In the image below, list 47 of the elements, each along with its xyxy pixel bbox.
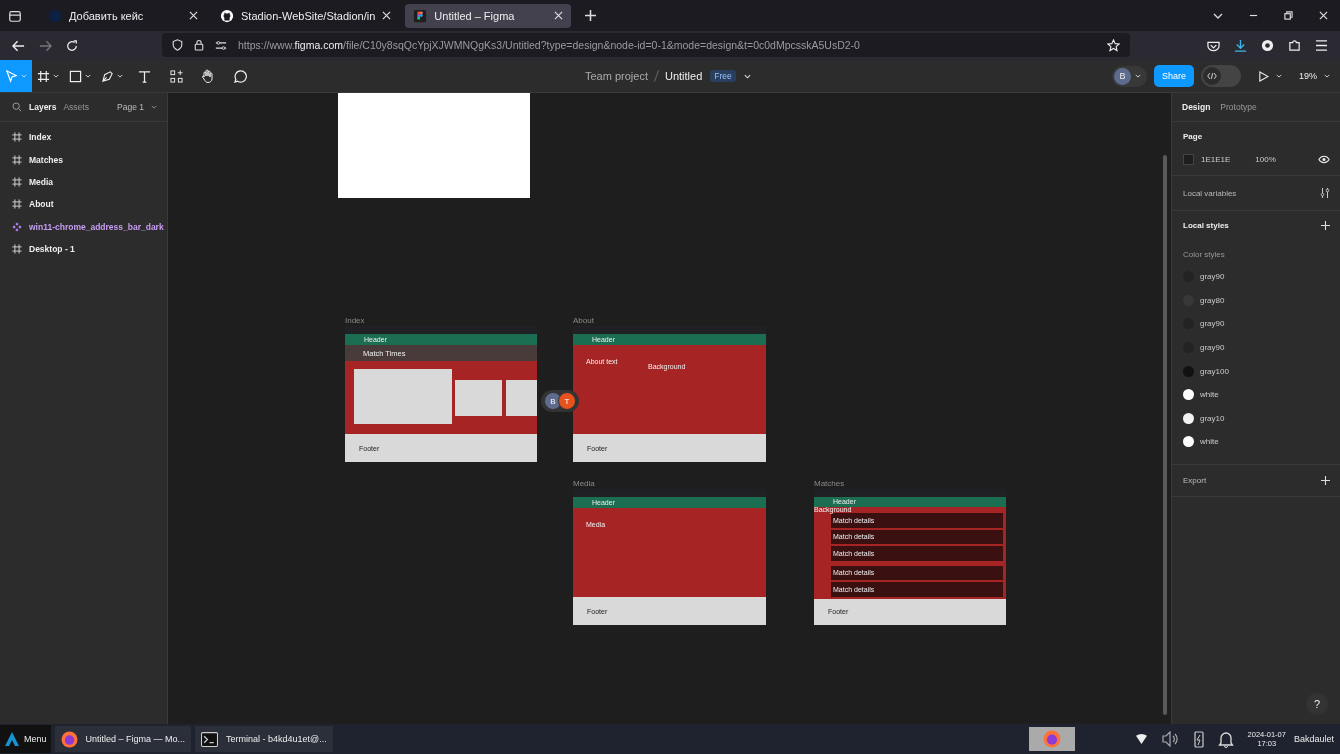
plan-badge: Free <box>710 70 736 82</box>
layer-item[interactable]: Index <box>29 132 52 143</box>
opacity-value[interactable]: 100% <box>1255 155 1276 164</box>
panel-tab[interactable]: Assets <box>63 102 89 112</box>
taskbar-app[interactable]: Untitled – Figma — Mo... <box>54 726 192 752</box>
browser-tab[interactable]: Добавить кейс <box>40 3 206 28</box>
user-avatar: B <box>1113 67 1131 85</box>
color-style-item[interactable]: gray90 <box>1200 272 1225 282</box>
section-title: Local styles <box>1183 221 1229 230</box>
layer-item[interactable]: Desktop - 1 <box>29 244 75 255</box>
panel-tab[interactable]: Design <box>1182 102 1211 112</box>
color-style-item[interactable]: white <box>1200 390 1219 400</box>
color-style-item[interactable]: gray90 <box>1200 343 1225 353</box>
project-name[interactable]: Team project <box>585 70 648 82</box>
collaborator-avatar[interactable]: B <box>544 392 562 410</box>
frame-label[interactable]: Matches <box>814 479 845 488</box>
frame-label[interactable]: Index <box>345 316 365 325</box>
url-text: https://www.figma.com/file/C10y8sqQcYpjXJWMNQgKs3/Untitled?type=design&node-id=0-1&mode=design&t=0c0dMpcsskA5UsD2-0 <box>238 39 860 51</box>
section-title[interactable]: Local variables <box>1183 188 1237 198</box>
color-style-item[interactable]: gray10 <box>1200 413 1225 423</box>
start-menu-button[interactable]: Menu <box>0 725 51 753</box>
section-title: Page <box>1183 132 1204 141</box>
user-menu[interactable]: B <box>1111 65 1147 87</box>
panel-tab[interactable]: Prototype <box>1220 102 1257 112</box>
panel-tab[interactable]: Layers <box>29 102 57 112</box>
layer-item[interactable]: Media <box>29 176 54 187</box>
browser-tab[interactable]: Untitled – Figma <box>405 3 572 28</box>
layer-item[interactable]: About <box>29 199 54 210</box>
layer-item[interactable]: win11-chrome_address_bar_dark <box>29 221 164 232</box>
color-style-item[interactable]: gray90 <box>1200 319 1225 329</box>
page-selector[interactable]: Page 1 <box>117 102 144 112</box>
color-style-item[interactable]: gray80 <box>1200 295 1225 305</box>
subsection-title: Color styles <box>1183 250 1226 259</box>
zoom-level[interactable]: 19% <box>1299 71 1317 81</box>
address-bar[interactable]: https://www.figma.com/file/C10y8sqQcYpjXJWMNQgKs3/Untitled?type=design&node-id=0-1&mode=design&t=0c0dMpcsskA5UsD2-0 <box>162 33 1130 57</box>
layer-item[interactable]: Matches <box>29 154 63 165</box>
collaborator-avatar[interactable]: T <box>558 392 576 410</box>
frame-label[interactable]: About <box>573 316 594 325</box>
browser-tab[interactable]: Stadion-WebSite/Stadion/in <box>212 3 400 28</box>
color-value[interactable]: 1E1E1E <box>1201 155 1231 164</box>
color-style-item[interactable]: gray100 <box>1200 366 1229 376</box>
color-style-item[interactable]: white <box>1200 437 1219 447</box>
frame-label[interactable]: Media <box>573 479 595 488</box>
section-title: Export <box>1183 475 1207 485</box>
user-name[interactable]: Bakdaulet <box>1293 734 1334 744</box>
taskbar-app[interactable]: Terminal - b4kd4u1et@... <box>195 726 333 752</box>
file-name[interactable]: Untitled <box>665 70 703 82</box>
